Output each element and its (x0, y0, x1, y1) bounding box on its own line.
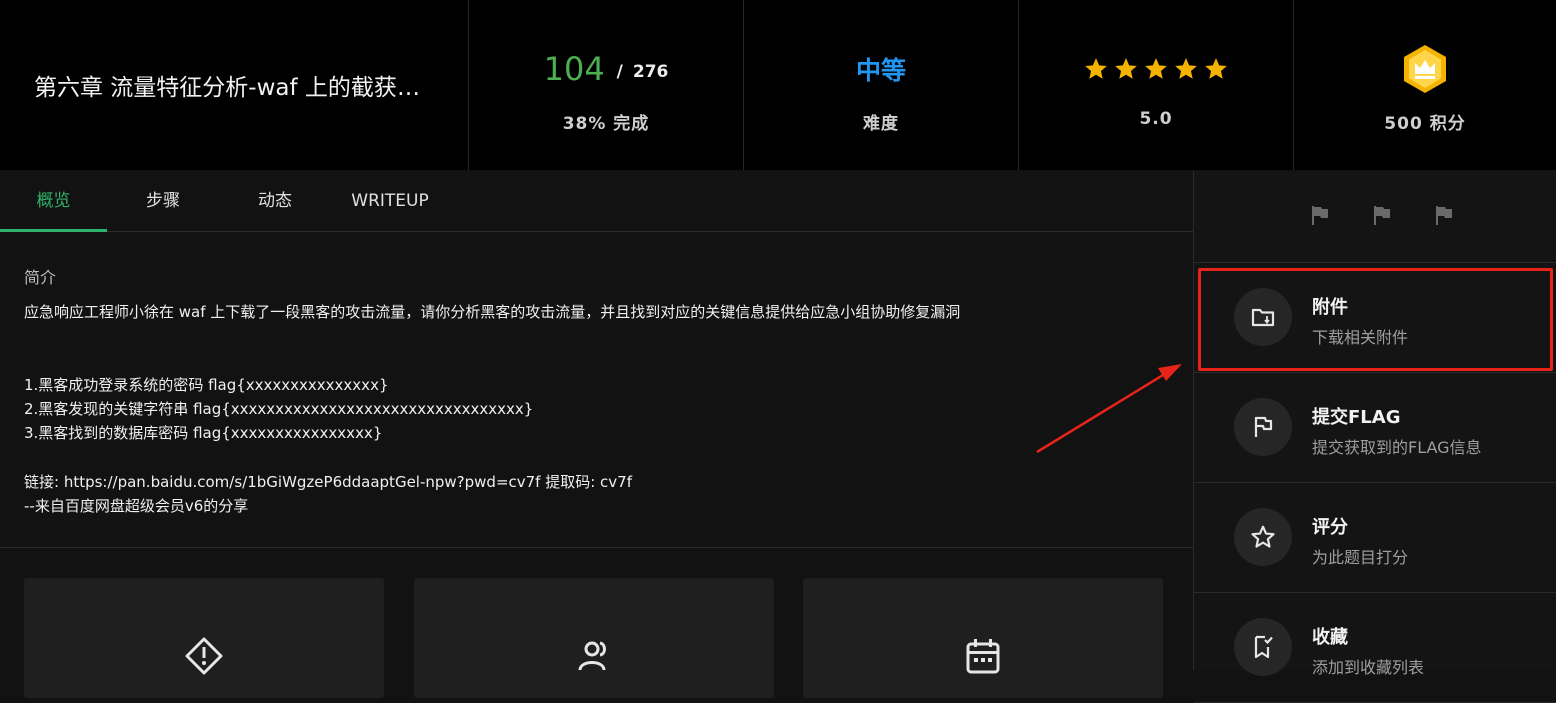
folder-icon-wrap (1234, 288, 1292, 346)
star-icon (1175, 58, 1197, 79)
warning-diamond-icon (185, 637, 223, 675)
tab-overview[interactable]: 概览 (0, 171, 107, 232)
points-cell: 500 积分 (1294, 0, 1556, 170)
flag-status-row (1194, 171, 1556, 263)
bookmark-button[interactable]: 收藏 添加到收藏列表 (1194, 593, 1556, 703)
difficulty-cell: 中等 难度 (744, 0, 1019, 170)
rate-subtitle: 为此题目打分 (1312, 548, 1409, 567)
difficulty-label: 难度 (863, 114, 899, 134)
star-icon (1085, 58, 1107, 79)
star-icon (1251, 525, 1275, 548)
info-card (803, 578, 1163, 698)
progress-label: 38% 完成 (562, 114, 650, 134)
tab-steps[interactable]: 步骤 (113, 171, 213, 232)
rate-title: 评分 (1312, 517, 1348, 538)
info-card (414, 578, 774, 698)
submit-flag-subtitle: 提交获取到的FLAG信息 (1312, 438, 1482, 457)
flag-icon-wrap (1234, 398, 1292, 456)
action-sidebar: 附件 下载相关附件 提交FLAG 提交获取到的FLAG信息 评分 为此题目打分 … (1193, 171, 1556, 703)
flag-icon (1374, 206, 1390, 225)
rating-cell: 5.0 (1019, 0, 1294, 170)
bookmark-icon (1254, 635, 1273, 659)
progress-done: 104 (543, 50, 605, 88)
rating-label: 5.0 (1139, 109, 1173, 129)
title-cell: 第六章 流量特征分析-waf 上的截获的黑客攻击流量 (0, 0, 469, 170)
star-icon (1115, 58, 1137, 79)
folder-icon (1251, 308, 1275, 327)
tab-bar: 概览 步骤 动态 WRITEUP (0, 171, 1193, 232)
intro-line (24, 446, 1174, 470)
intro-text: 应急响应工程师小徐在 waf 上下载了一段黑客的攻击流量，请你分析黑客的攻击流量… (24, 300, 1174, 519)
intro-line: 2.黑客发现的关键字符串 flag{xxxxxxxxxxxxxxxxxxxxxx… (24, 400, 534, 419)
difficulty-value: 中等 (855, 56, 906, 85)
challenge-title: 第六章 流量特征分析-waf 上的截获的黑客攻击流量 (34, 75, 434, 101)
rating-stars (1083, 56, 1229, 82)
bookmark-icon-wrap (1234, 618, 1292, 676)
intro-link-line[interactable]: 链接: https://pan.baidu.com/s/1bGiWgzeP6dd… (24, 470, 1174, 494)
intro-line: --来自百度网盘超级会员v6的分享 (24, 497, 249, 516)
challenge-header: 第六章 流量特征分析-waf 上的截获的黑客攻击流量 104 / 276 38%… (0, 0, 1556, 170)
tab-writeup[interactable]: WRITEUP (340, 171, 440, 232)
flag-icon (1254, 416, 1273, 437)
intro-line: 3.黑客找到的数据库密码 flag{xxxxxxxxxxxxxxxx} (24, 424, 383, 443)
attachment-subtitle: 下载相关附件 (1312, 328, 1409, 347)
users-icon (578, 641, 606, 671)
flag-icon (1436, 206, 1452, 225)
divider (0, 547, 1193, 548)
tab-activity[interactable]: 动态 (225, 171, 325, 232)
overview-panel: 简介 应急响应工程师小徐在 waf 上下载了一段黑客的攻击流量，请你分析黑客的攻… (0, 232, 1193, 698)
star-icon (1145, 58, 1167, 79)
intro-label: 简介 (24, 268, 57, 287)
bookmark-title: 收藏 (1312, 627, 1348, 648)
intro-line: 1.黑客成功登录系统的密码 flag{xxxxxxxxxxxxxxx} (24, 375, 389, 394)
progress-cell: 104 / 276 38% 完成 (469, 0, 744, 170)
points-label: 500 积分 (1384, 114, 1466, 134)
star-icon (1205, 58, 1227, 79)
intro-line (24, 324, 1174, 348)
submit-flag-button[interactable]: 提交FLAG 提交获取到的FLAG信息 (1194, 373, 1556, 483)
flag-icon (1312, 206, 1328, 225)
submit-flag-title: 提交FLAG (1312, 407, 1401, 428)
bookmark-subtitle: 添加到收藏列表 (1312, 658, 1425, 677)
attachment-title: 附件 (1312, 297, 1348, 318)
intro-line: 应急响应工程师小徐在 waf 上下载了一段黑客的攻击流量，请你分析黑客的攻击流量… (24, 303, 961, 321)
intro-line (24, 349, 1174, 373)
calendar-icon (966, 639, 1000, 674)
progress-separator: / (616, 62, 623, 82)
progress-total: 276 (632, 62, 669, 82)
crown-badge-icon (1404, 45, 1446, 93)
rate-button[interactable]: 评分 为此题目打分 (1194, 483, 1556, 593)
attachment-button[interactable]: 附件 下载相关附件 (1194, 263, 1556, 373)
info-card (24, 578, 384, 698)
star-icon-wrap (1234, 508, 1292, 566)
